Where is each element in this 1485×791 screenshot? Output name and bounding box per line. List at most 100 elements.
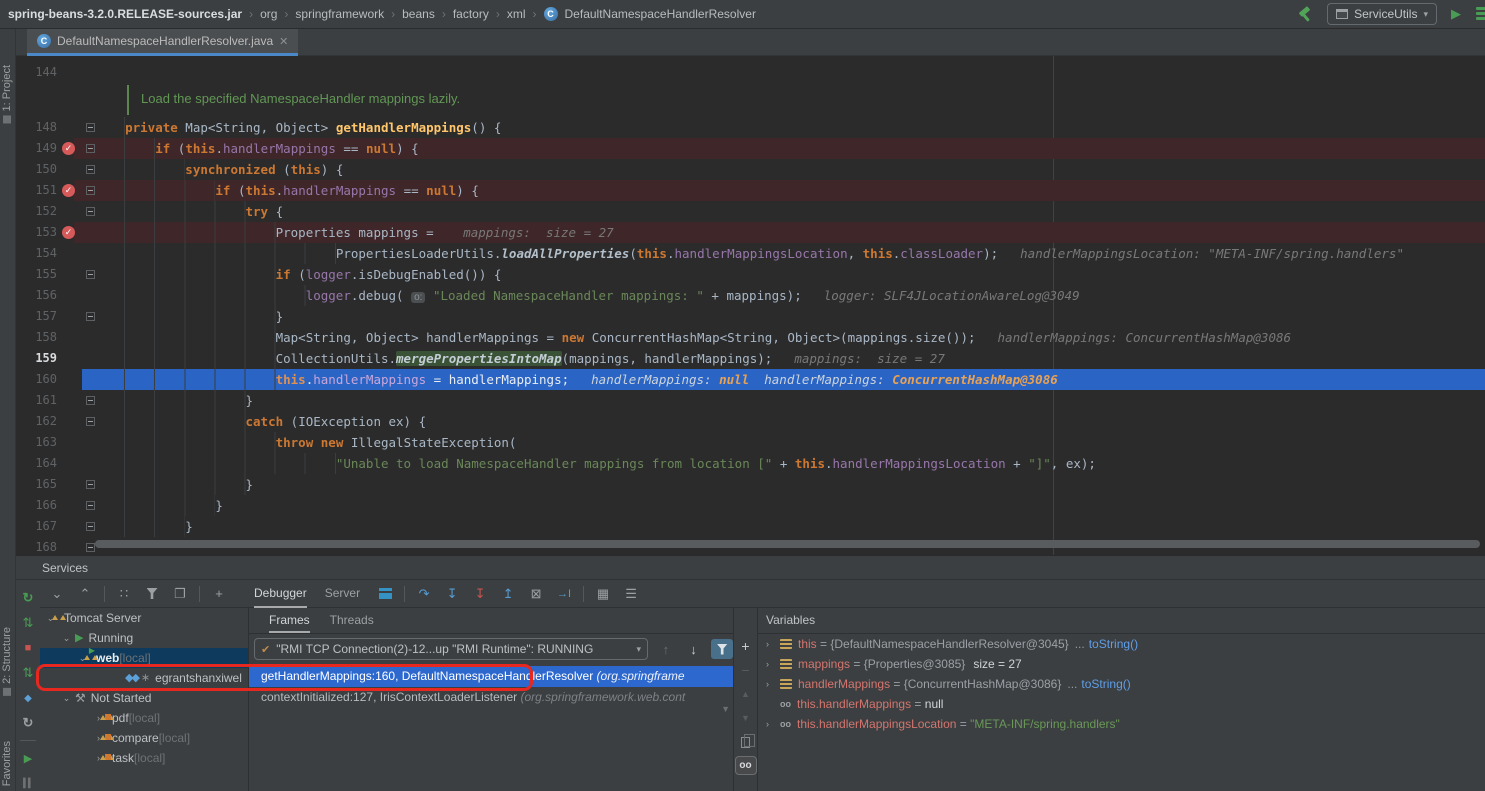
breadcrumb-item[interactable]: xml <box>507 7 526 21</box>
show-watches-toggle-icon[interactable]: oo <box>735 756 757 775</box>
tab-default-namespace-handler-resolver[interactable]: C DefaultNamespaceHandlerResolver.java ✕ <box>27 29 298 56</box>
previous-frame-icon[interactable]: ↑ <box>656 642 676 657</box>
step-out-icon[interactable]: ↥ <box>499 585 517 603</box>
thread-selector[interactable]: ✔ "RMI TCP Connection(2)-12...up "RMI Ru… <box>254 638 648 660</box>
deploy-icon[interactable]: ⇅ <box>20 665 36 681</box>
breadcrumb-item[interactable]: beans <box>402 7 435 21</box>
code-line-161: 161} <box>16 390 1485 411</box>
code-line-158: 158Map<String, Object> handlerMappings =… <box>16 327 1485 348</box>
fold-marker-icon[interactable] <box>86 522 95 531</box>
pause-icon[interactable]: ▍▍ <box>20 775 36 791</box>
build-hammer-icon[interactable] <box>1297 6 1313 22</box>
force-step-into-icon[interactable]: ↧ <box>471 585 489 603</box>
fold-marker-icon[interactable] <box>86 123 95 132</box>
frame-row[interactable]: getHandlerMappings:160, DefaultNamespace… <box>249 666 733 687</box>
breadcrumb-item[interactable]: factory <box>453 7 489 21</box>
tab-frames[interactable]: Frames <box>269 608 310 633</box>
variable-row[interactable]: ›mappings = {Properties@3085}size = 27 <box>758 654 1485 674</box>
sidebar-item-structure[interactable]: 2: Structure <box>1 627 13 700</box>
fold-marker-icon[interactable] <box>86 417 95 426</box>
tree-expander-icon[interactable]: › <box>766 654 780 674</box>
tree-item-running[interactable]: ⌄▶Running <box>40 628 248 648</box>
debug-button[interactable] <box>1476 7 1485 21</box>
tree-item-not-started[interactable]: ⌄⚒Not Started <box>40 688 248 708</box>
tree-expander-icon[interactable]: › <box>766 674 780 694</box>
breadcrumb-item[interactable]: org <box>260 7 277 21</box>
breadcrumb-item-class[interactable]: DefaultNamespaceHandlerResolver <box>565 7 756 21</box>
fold-marker-icon[interactable] <box>86 501 95 510</box>
tree-expander-icon[interactable]: ⌄ <box>60 688 73 708</box>
tree-item-egrantshanxiwel[interactable]: ◆◆∗egrantshanxiwel <box>40 668 248 688</box>
step-into-icon[interactable]: ↧ <box>443 585 461 603</box>
evaluate-expression-icon[interactable]: ▦ <box>594 585 612 603</box>
breadcrumb-item[interactable]: springframework <box>295 7 384 21</box>
collapse-all-icon[interactable]: ⌃ <box>76 585 94 603</box>
run-to-cursor-icon[interactable]: →I <box>555 585 573 603</box>
scroll-down-icon[interactable]: ▼ <box>721 704 730 714</box>
refresh-icon[interactable]: ↻ <box>20 715 36 731</box>
fold-marker-icon[interactable] <box>86 480 95 489</box>
rerun-icon[interactable]: ↻ <box>20 590 36 606</box>
add-watch-icon[interactable]: + <box>741 638 749 654</box>
sidebar-item-favorites[interactable]: Favorites <box>1 741 13 786</box>
breakpoint-icon[interactable]: ✓ <box>62 184 75 197</box>
breakpoint-icon[interactable]: ✓ <box>62 142 75 155</box>
fold-marker-icon[interactable] <box>86 270 95 279</box>
variable-row[interactable]: ›oothis.handlerMappingsLocation = "META-… <box>758 714 1485 734</box>
fold-marker-icon[interactable] <box>86 312 95 321</box>
hide-frames-filter-icon[interactable] <box>711 639 733 659</box>
services-diamond-icon[interactable]: ◆ <box>20 690 36 706</box>
group-by-icon[interactable]: ∷ <box>115 585 133 603</box>
variable-row[interactable]: ›handlerMappings = {ConcurrentHashMap@30… <box>758 674 1485 694</box>
threads-layout-icon[interactable] <box>376 585 394 603</box>
trace-stream-icon[interactable]: ☰ <box>622 585 640 603</box>
duplicate-watch-icon[interactable] <box>741 737 750 748</box>
fold-marker-icon[interactable] <box>86 186 95 195</box>
remove-watch-icon[interactable]: − <box>741 662 749 678</box>
add-service-icon[interactable]: + <box>210 585 228 603</box>
fold-marker-icon[interactable] <box>86 144 95 153</box>
tree-item-task[interactable]: ›task [local] <box>40 748 248 768</box>
filter-icon[interactable] <box>143 585 161 603</box>
next-frame-icon[interactable]: ↓ <box>684 642 704 657</box>
chevron-down-icon: ▾ <box>636 644 641 655</box>
step-over-icon[interactable]: ↷ <box>415 585 433 603</box>
sidebar-item-project[interactable]: 1: Project <box>1 65 13 127</box>
fold-marker-icon[interactable] <box>86 543 95 552</box>
tree-item-compare[interactable]: ›compare [local] <box>40 728 248 748</box>
move-watch-up-icon[interactable]: ▲ <box>741 686 750 702</box>
tree-item-pdf[interactable]: ›pdf [local] <box>40 708 248 728</box>
resume-icon[interactable]: ▶ <box>20 750 36 766</box>
tree-expander-icon[interactable]: › <box>766 714 780 734</box>
tostring-link[interactable]: toString() <box>1081 674 1130 694</box>
run-config-select[interactable]: ServiceUtils ▾ <box>1327 3 1437 25</box>
drop-frame-icon[interactable]: ⊠ <box>527 585 545 603</box>
tab-threads[interactable]: Threads <box>330 608 374 633</box>
tostring-link[interactable]: toString() <box>1089 634 1138 654</box>
tree-expander-icon[interactable]: ⌄ <box>60 628 73 648</box>
breakpoint-icon[interactable]: ✓ <box>62 226 75 239</box>
breadcrumb-item[interactable]: spring-beans-3.2.0.RELEASE-sources.jar <box>8 7 242 21</box>
tab-debugger[interactable]: Debugger <box>254 580 307 608</box>
close-icon[interactable]: ✕ <box>279 35 288 48</box>
frame-options-icon[interactable]: ❐ <box>171 585 189 603</box>
tree-item-tomcat-server[interactable]: ⌄Tomcat Server <box>40 608 248 628</box>
variable-row[interactable]: oothis.handlerMappings = null <box>758 694 1485 714</box>
doc-comment-text: Load the specified NamespaceHandler mapp… <box>141 91 460 106</box>
code-editor[interactable]: 144Load the specified NamespaceHandler m… <box>16 56 1485 555</box>
horizontal-scrollbar[interactable] <box>95 540 1480 548</box>
expand-all-icon[interactable]: ⌄ <box>48 585 66 603</box>
frame-row[interactable]: contextInitialized:127, IrisContextLoade… <box>249 687 733 708</box>
move-watch-down-icon[interactable]: ▼ <box>741 710 750 726</box>
tab-server[interactable]: Server <box>325 580 360 608</box>
fold-marker-icon[interactable] <box>86 207 95 216</box>
variable-row[interactable]: ›this = {DefaultNamespaceHandlerResolver… <box>758 634 1485 654</box>
fold-marker-icon[interactable] <box>86 396 95 405</box>
rerun-debug-icon[interactable]: ⇅ <box>20 615 36 631</box>
tree-expander-icon[interactable]: › <box>766 634 780 654</box>
line-number: 163 <box>16 432 57 453</box>
fold-marker-icon[interactable] <box>86 165 95 174</box>
stop-icon[interactable]: ■ <box>20 640 36 656</box>
run-button[interactable]: ▶ <box>1451 6 1461 22</box>
tree-item-web[interactable]: ⌄▶web [local] <box>40 648 248 668</box>
